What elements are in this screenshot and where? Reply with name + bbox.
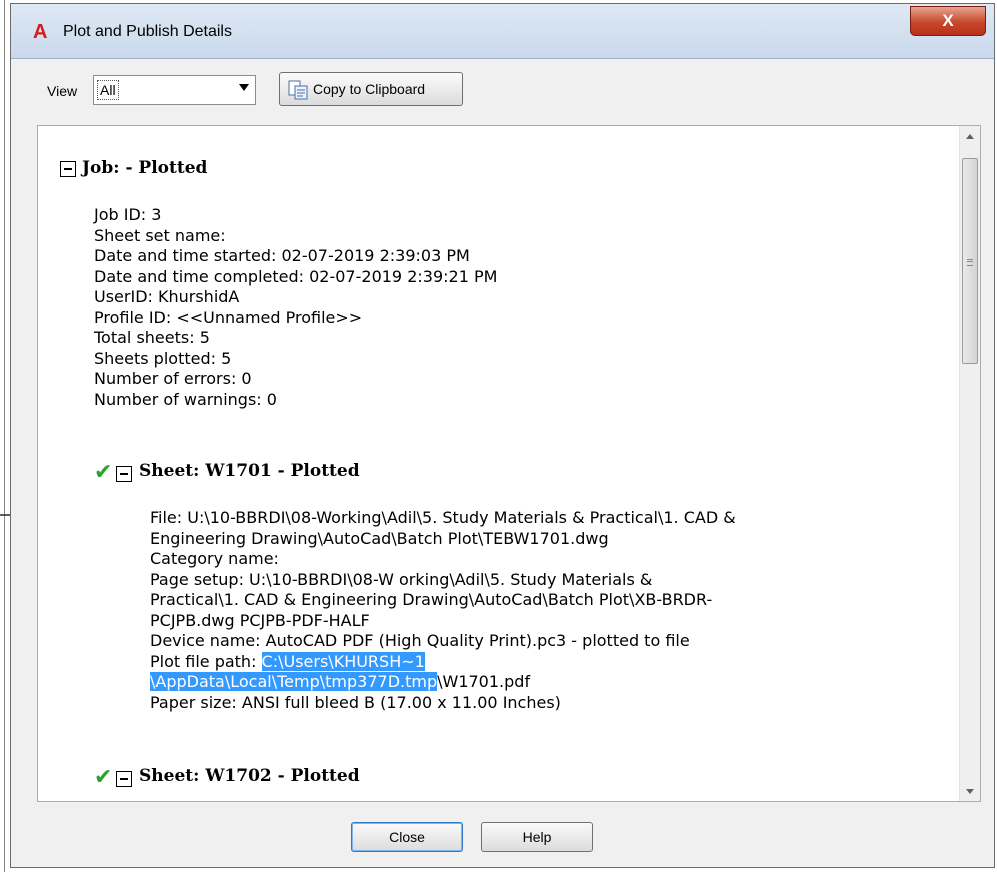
- sheet-line: PCJPB.dwg PCJPB-PDF-HALF: [150, 610, 370, 630]
- plot-and-publish-details-dialog: A Plot and Publish Details X View All Co…: [10, 3, 995, 868]
- scroll-down-icon[interactable]: [960, 781, 980, 801]
- plot-file-path-line-2[interactable]: \AppData\Local\Temp\tmp377D.tmp\W1701.pd…: [150, 672, 736, 693]
- job-line: Number of warnings: 0: [94, 389, 277, 409]
- sheet-heading: Sheet: W1702 - Plotted: [139, 766, 360, 786]
- selected-path-text[interactable]: C:\Users\KHURSH~1: [261, 651, 425, 671]
- scroll-up-icon[interactable]: [960, 126, 980, 146]
- toolbar: View All Copy to Clipboard: [11, 59, 994, 123]
- checkmark-icon: ✔: [94, 765, 113, 790]
- copy-to-clipboard-button[interactable]: Copy to Clipboard: [279, 72, 463, 106]
- job-line: UserID: KhurshidA: [94, 287, 240, 306]
- job-line: Sheet set name:: [94, 225, 226, 245]
- clipboard-icon: [288, 80, 308, 100]
- vertical-scrollbar[interactable]: [959, 126, 980, 801]
- details-panel[interactable]: Job: - Plotted Job ID: 3 Sheet set name:…: [37, 125, 981, 802]
- close-button[interactable]: Close: [351, 822, 463, 852]
- job-line: Total sheets: 5: [94, 328, 210, 347]
- job-details: Job ID: 3 Sheet set name: Date and time …: [94, 205, 497, 410]
- background-border-left: [4, 0, 5, 872]
- job-line: Job ID: 3: [94, 205, 162, 224]
- sheet-line: Category name:: [150, 549, 279, 568]
- autocad-a-icon: A: [33, 21, 48, 43]
- help-button[interactable]: Help: [481, 822, 593, 852]
- view-dropdown[interactable]: All: [93, 75, 256, 105]
- collapse-job-icon[interactable]: [60, 161, 76, 177]
- sheet-line: Practical\1. CAD & Engineering Drawing\A…: [150, 590, 713, 609]
- paper-size-line: Paper size: ANSI full bleed B (17.00 x 1…: [150, 692, 561, 712]
- job-heading: Job: - Plotted: [82, 158, 208, 178]
- checkmark-icon: ✔: [94, 460, 113, 485]
- sheet-line: File: U:\10-BBRDI\08-Working\Adil\5. Stu…: [150, 508, 736, 527]
- job-line: Number of errors: 0: [94, 369, 252, 388]
- view-label: View: [47, 83, 78, 99]
- selected-path-text-2[interactable]: \AppData\Local\Temp\tmp377D.tmp: [150, 672, 438, 691]
- chevron-down-icon: [239, 84, 249, 91]
- collapse-sheet-icon[interactable]: [116, 466, 132, 482]
- scrollbar-thumb[interactable]: [962, 158, 978, 364]
- dialog-buttons: Close Help: [11, 804, 994, 868]
- sheet-details: File: U:\10-BBRDI\08-Working\Adil\5. Stu…: [150, 508, 736, 713]
- job-line: Profile ID: <<Unnamed Profile>>: [94, 307, 363, 327]
- window-close-button[interactable]: X: [910, 6, 986, 36]
- job-line: Date and time completed: 02-07-2019 2:39…: [94, 266, 498, 286]
- collapse-sheet-icon[interactable]: [116, 771, 132, 787]
- plot-file-path-line[interactable]: Plot file path: C:\Users\KHURSH~1: [150, 651, 736, 673]
- sheet-line: Page setup: U:\10-BBRDI\08-W orking\Adil…: [150, 569, 653, 589]
- job-line: Date and time started: 02-07-2019 2:39:0…: [94, 246, 470, 265]
- plot-file-name: \W1701.pdf: [437, 672, 531, 691]
- plot-file-path-label: Plot file path:: [150, 651, 262, 671]
- copy-to-clipboard-label: Copy to Clipboard: [313, 81, 426, 97]
- sheet-heading: Sheet: W1701 - Plotted: [139, 461, 360, 481]
- job-line: Sheets plotted: 5: [94, 348, 232, 368]
- view-dropdown-value: All: [97, 80, 119, 100]
- sheet-line: Device name: AutoCAD PDF (High Quality P…: [150, 631, 690, 650]
- title-bar[interactable]: A Plot and Publish Details X: [11, 4, 994, 59]
- sheet-line: Engineering Drawing\AutoCad\Batch Plot\T…: [150, 528, 609, 548]
- grip-icon: [967, 259, 973, 266]
- window-title: Plot and Publish Details: [63, 23, 232, 40]
- details-content: Job: - Plotted Job ID: 3 Sheet set name:…: [38, 126, 960, 801]
